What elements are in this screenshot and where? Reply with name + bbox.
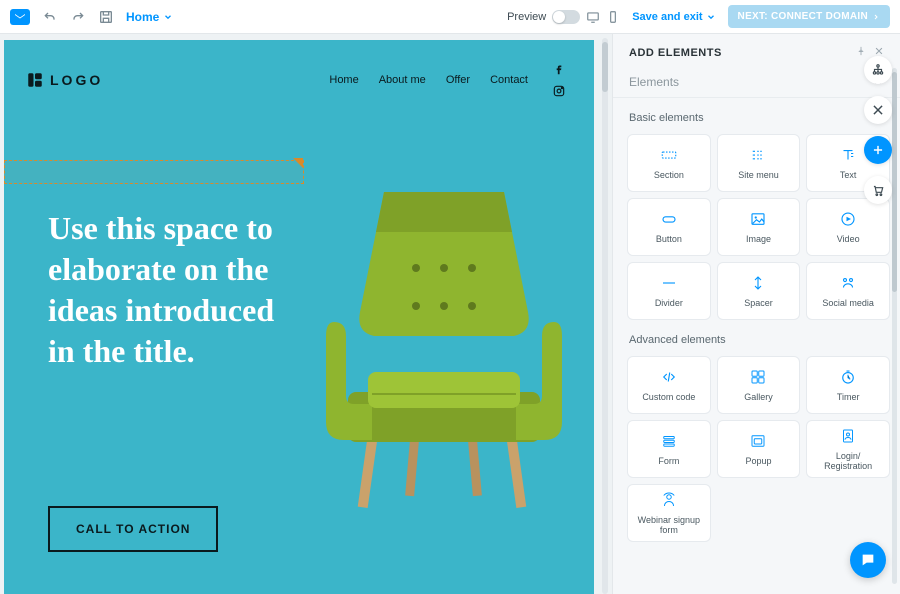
element-tile-gallery[interactable]: Gallery: [717, 356, 801, 414]
section-label: Elements: [629, 75, 679, 89]
video-icon: [837, 210, 859, 228]
tile-label: Gallery: [744, 392, 773, 402]
tile-label: Video: [837, 234, 860, 244]
element-tile-social[interactable]: Social media: [806, 262, 890, 320]
save-icon[interactable]: [98, 9, 114, 25]
nav-item[interactable]: Contact: [490, 74, 528, 86]
divider-icon: [658, 274, 680, 292]
selected-empty-container[interactable]: [4, 160, 304, 184]
element-tile-login[interactable]: Login/ Registration: [806, 420, 890, 478]
webinar-icon: [658, 491, 680, 509]
element-tile-popup[interactable]: Popup: [717, 420, 801, 478]
canvas-scrollbar[interactable]: [598, 34, 612, 594]
chevron-right-icon: [872, 13, 880, 21]
spacer-icon: [747, 274, 769, 292]
next-label: NEXT: CONNECT DOMAIN: [738, 11, 868, 22]
login-icon: [837, 427, 859, 445]
element-tile-section[interactable]: Section: [627, 134, 711, 192]
nav-item[interactable]: Offer: [446, 74, 470, 86]
button-icon: [658, 210, 680, 228]
tile-label: Form: [658, 456, 679, 466]
timer-icon: [837, 368, 859, 386]
tile-label: Image: [746, 234, 771, 244]
chair-image[interactable]: [306, 172, 582, 512]
element-tile-form[interactable]: Form: [627, 420, 711, 478]
tile-label: Webinar signup form: [632, 515, 706, 535]
element-tile-button[interactable]: Button: [627, 198, 711, 256]
chat-fab[interactable]: [850, 542, 886, 578]
tile-label: Spacer: [744, 298, 773, 308]
undo-icon[interactable]: [42, 9, 58, 25]
preview-toggle[interactable]: [552, 10, 580, 24]
tile-label: Text: [840, 170, 857, 180]
element-tile-video[interactable]: Video: [806, 198, 890, 256]
tile-label: Popup: [745, 456, 771, 466]
group-label: Basic elements: [629, 112, 888, 124]
tile-label: Timer: [837, 392, 860, 402]
tile-label: Divider: [655, 298, 683, 308]
site-nav: Home About me Offer Contact: [329, 74, 528, 86]
menu-icon: [747, 146, 769, 164]
tile-label: Section: [654, 170, 684, 180]
element-tile-spacer[interactable]: Spacer: [717, 262, 801, 320]
home-label: Home: [126, 10, 159, 24]
tile-label: Button: [656, 234, 682, 244]
facebook-icon[interactable]: [552, 62, 566, 76]
tile-label: Site menu: [738, 170, 779, 180]
instagram-icon[interactable]: [552, 84, 566, 98]
save-and-exit[interactable]: Save and exit: [632, 11, 715, 23]
redo-icon[interactable]: [70, 9, 86, 25]
popup-icon: [747, 432, 769, 450]
app-logo[interactable]: [10, 9, 30, 25]
desktop-icon[interactable]: [586, 10, 600, 24]
next-connect-domain-button[interactable]: NEXT: CONNECT DOMAIN: [728, 5, 890, 28]
hero-text[interactable]: Use this space to elaborate on the ideas…: [48, 208, 308, 372]
logo-mark-icon: [26, 71, 44, 89]
structure-tool[interactable]: [864, 56, 892, 84]
gallery-icon: [747, 368, 769, 386]
cart-tool[interactable]: [864, 176, 892, 204]
element-tile-timer[interactable]: Timer: [806, 356, 890, 414]
element-tile-image[interactable]: Image: [717, 198, 801, 256]
code-icon: [658, 368, 680, 386]
social-icon: [837, 274, 859, 292]
cta-button[interactable]: CALL TO ACTION: [48, 506, 218, 552]
preview-label: Preview: [507, 11, 546, 23]
element-tile-menu[interactable]: Site menu: [717, 134, 801, 192]
save-exit-label: Save and exit: [632, 11, 702, 23]
tile-label: Login/ Registration: [811, 451, 885, 471]
panel-title: ADD ELEMENTS: [629, 47, 722, 59]
tile-label: Social media: [822, 298, 874, 308]
panel-scrollbar[interactable]: [892, 68, 897, 584]
close-tool[interactable]: [864, 96, 892, 124]
site-logo[interactable]: LOGO: [26, 71, 103, 89]
section-icon: [658, 146, 680, 164]
chevron-down-icon: [163, 12, 173, 22]
mobile-icon[interactable]: [606, 10, 620, 24]
group-label: Advanced elements: [629, 334, 888, 346]
element-tile-divider[interactable]: Divider: [627, 262, 711, 320]
element-tile-code[interactable]: Custom code: [627, 356, 711, 414]
nav-item[interactable]: Home: [329, 74, 358, 86]
image-icon: [747, 210, 769, 228]
tile-label: Custom code: [642, 392, 695, 402]
text-icon: [837, 146, 859, 164]
elements-section-toggle[interactable]: Elements: [613, 67, 900, 98]
site-logo-text: LOGO: [50, 72, 103, 88]
home-dropdown[interactable]: Home: [126, 10, 173, 24]
nav-item[interactable]: About me: [379, 74, 426, 86]
add-element-tool[interactable]: [864, 136, 892, 164]
form-icon: [658, 432, 680, 450]
chevron-down-icon: [706, 12, 716, 22]
design-canvas[interactable]: LOGO Home About me Offer Contact Use thi…: [4, 40, 594, 594]
element-tile-webinar[interactable]: Webinar signup form: [627, 484, 711, 542]
